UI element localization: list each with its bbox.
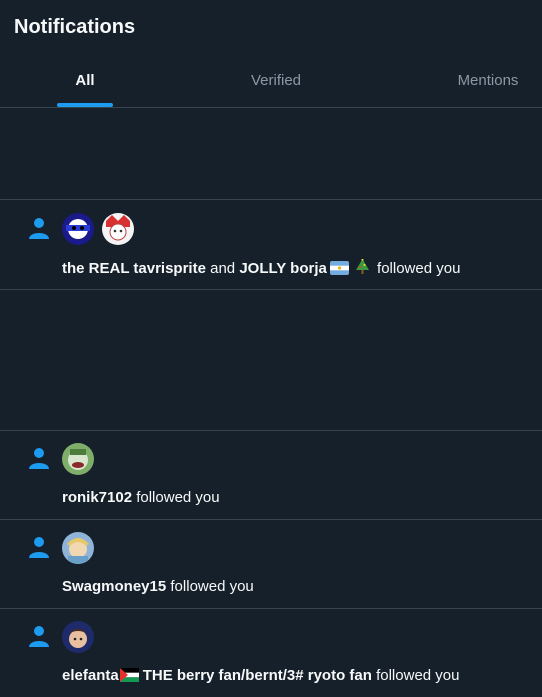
user-name-link[interactable]: Swagmoney15 [62,578,166,595]
user-name-link[interactable]: THE berry fan/bernt/3# ryoto fan [143,667,372,684]
notification-item[interactable]: ronik7102 followed you [0,431,542,520]
avatar-group [62,621,102,653]
notification-placeholder [0,108,542,200]
user-name-link[interactable]: the REAL tavrisprite [62,260,206,277]
tab-all-label: All [75,72,95,89]
tab-verified[interactable]: Verified [236,56,316,107]
avatar[interactable] [62,443,94,475]
tab-mentions[interactable]: Mentions [446,56,530,107]
christmas-tree-icon [355,259,369,274]
notification-placeholder [0,290,542,431]
avatar-group [62,532,102,564]
notification-text: ronik7102 followed you [62,489,220,506]
action-text: followed you [136,489,220,506]
notification-item[interactable]: elefanta THE berry fan/bernt/3# ryoto fa… [0,609,542,697]
tab-mentions-label: Mentions [457,72,519,89]
notification-text: elefanta THE berry fan/bernt/3# ryoto fa… [62,667,459,684]
avatar[interactable] [62,532,94,564]
avatar-group [62,213,142,245]
notification-item[interactable]: the REAL tavrisprite and JOLLY borja fol… [0,200,542,290]
page-title: Notifications [14,16,136,38]
avatar[interactable] [62,213,94,245]
avatar[interactable] [102,213,134,245]
person-icon [29,218,49,239]
person-icon [29,537,49,558]
notification-text: Swagmoney15 followed you [62,578,254,595]
avatar-group [62,443,102,475]
active-tab-indicator [57,103,113,107]
tab-bar: All Verified Mentions [0,56,542,108]
user-name-link[interactable]: JOLLY borja [239,260,327,277]
palestine-flag-icon [119,668,139,682]
connector-text: and [210,260,236,277]
action-text: followed you [377,260,461,277]
tab-verified-label: Verified [250,72,302,89]
person-icon [29,448,49,469]
person-icon [29,626,49,647]
header: Notifications [0,0,542,56]
notification-item[interactable]: Swagmoney15 followed you [0,520,542,609]
action-text: followed you [376,667,460,684]
avatar[interactable] [62,621,94,653]
user-name-link[interactable]: ronik7102 [62,489,132,506]
user-name-link[interactable]: elefanta [62,667,119,684]
notification-text: the REAL tavrisprite and JOLLY borja fol… [62,259,460,277]
argentina-flag-icon [329,261,349,275]
tab-all[interactable]: All [57,56,113,107]
action-text: followed you [170,578,254,595]
